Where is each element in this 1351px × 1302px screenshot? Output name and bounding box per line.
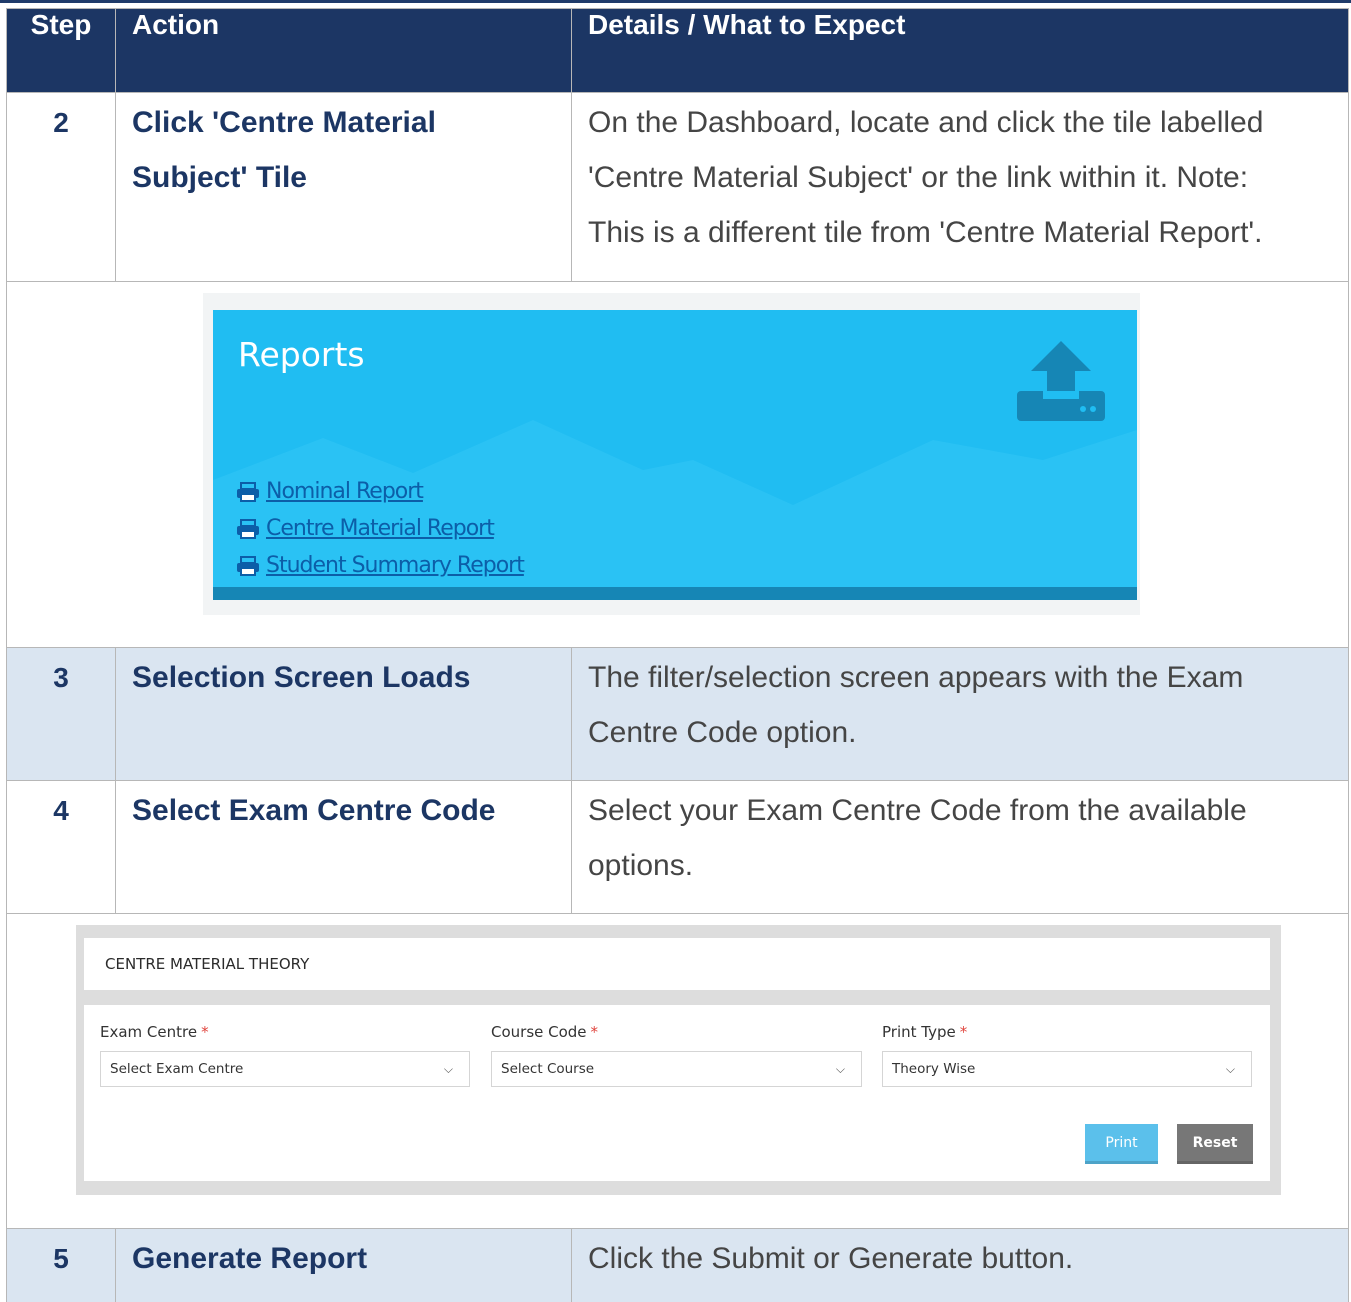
course-code-select[interactable]: Select Course ⌵ (491, 1051, 862, 1087)
required-marker: * (201, 1023, 209, 1041)
details-line: The filter/selection screen appears with… (588, 661, 1244, 694)
select-value: Select Exam Centre (110, 1061, 244, 1077)
details-cell: Click the Submit or Generate button. (571, 1228, 1349, 1302)
form-title: CENTRE MATERIAL THEORY (105, 955, 310, 973)
label-text: Course Code (491, 1023, 587, 1041)
details-line: On the Dashboard, locate and click the t… (588, 106, 1264, 139)
chevron-down-icon: ⌵ (1225, 1062, 1235, 1076)
action-line: Select Exam Centre Code (132, 794, 496, 827)
nominal-report-link[interactable]: Nominal Report (236, 473, 524, 510)
image-row-form: CENTRE MATERIAL THEORY Exam Centre * Sele… (6, 913, 1349, 1229)
student-summary-report-link[interactable]: Student Summary Report (236, 547, 525, 584)
field-label: Print Type * (882, 1023, 1252, 1041)
header-details: Details / What to Expect (571, 8, 1349, 93)
required-marker: * (590, 1023, 599, 1041)
step-number: 3 (6, 647, 116, 781)
details-cell: The filter/selection screen appears with… (571, 647, 1349, 781)
table-row: 2 Click 'Centre Material Subject' Tile O… (6, 92, 1349, 282)
steps-table: Step Action Details / What to Expect 2 C… (6, 8, 1349, 1302)
label-text: Exam Centre (100, 1023, 198, 1041)
details-cell: On the Dashboard, locate and click the t… (571, 92, 1349, 282)
link-label: Student Summary Report (266, 553, 525, 578)
form-header: CENTRE MATERIAL THEORY (84, 938, 1270, 990)
tile-footer-bar (213, 587, 1137, 600)
table-row: 3 Selection Screen Loads The filter/sele… (6, 647, 1349, 781)
select-value: Theory Wise (892, 1061, 976, 1077)
printer-icon (237, 481, 259, 502)
exam-centre-select[interactable]: Select Exam Centre ⌵ (100, 1051, 470, 1087)
print-button[interactable]: Print (1085, 1124, 1158, 1164)
report-links: Nominal Report Centre Material Report St… (236, 473, 525, 584)
link-label: Nominal Report (266, 479, 424, 504)
table-row: 5 Generate Report Click the Submit or Ge… (6, 1228, 1349, 1302)
reports-tile-title: Reports (238, 335, 365, 374)
action-line: Generate Report (132, 1242, 368, 1275)
print-type-field: Print Type * Theory Wise ⌵ (882, 1023, 1252, 1087)
field-label: Exam Centre * (100, 1023, 470, 1041)
select-value: Select Course (501, 1061, 595, 1077)
details-line: Click the Submit or Generate button. (588, 1242, 1074, 1275)
step-number: 5 (6, 1228, 116, 1302)
details-line: options. (588, 849, 694, 882)
action-cell: Select Exam Centre Code (115, 780, 572, 914)
details-line: 'Centre Material Subject' or the link wi… (588, 161, 1249, 194)
action-cell: Selection Screen Loads (115, 647, 572, 781)
required-marker: * (959, 1023, 968, 1041)
details-line: Select your Exam Centre Code from the av… (588, 794, 1247, 827)
image-cell: Reports Nominal Report Centre Material R… (6, 281, 1349, 648)
reports-tile-screenshot: Reports Nominal Report Centre Material R… (203, 293, 1140, 615)
action-line: Subject' Tile (132, 161, 307, 194)
course-code-field: Course Code * Select Course ⌵ (491, 1023, 862, 1087)
details-cell: Select your Exam Centre Code from the av… (571, 780, 1349, 914)
upload-icon (1017, 341, 1105, 421)
action-cell: Generate Report (115, 1228, 572, 1302)
exam-centre-field: Exam Centre * Select Exam Centre ⌵ (100, 1023, 470, 1087)
action-line: Selection Screen Loads (132, 661, 471, 694)
image-row-reports: Reports Nominal Report Centre Material R… (6, 281, 1349, 648)
label-text: Print Type (882, 1023, 956, 1041)
printer-icon (237, 518, 259, 539)
action-cell: Click 'Centre Material Subject' Tile (115, 92, 572, 282)
chevron-down-icon: ⌵ (835, 1062, 845, 1076)
print-type-select[interactable]: Theory Wise ⌵ (882, 1051, 1252, 1087)
centre-material-report-link[interactable]: Centre Material Report (236, 510, 524, 547)
action-line: Click 'Centre Material (132, 106, 436, 139)
table-header-row: Step Action Details / What to Expect (6, 8, 1349, 93)
centre-material-form-screenshot: CENTRE MATERIAL THEORY Exam Centre * Sele… (76, 925, 1281, 1195)
field-label: Course Code * (491, 1023, 862, 1041)
details-line: Centre Code option. (588, 716, 857, 749)
reset-button[interactable]: Reset (1177, 1124, 1253, 1164)
top-rule (0, 0, 1351, 3)
chevron-down-icon: ⌵ (443, 1062, 453, 1076)
step-number: 2 (6, 92, 116, 282)
header-step: Step (6, 8, 116, 93)
printer-icon (237, 555, 259, 576)
image-cell: CENTRE MATERIAL THEORY Exam Centre * Sele… (6, 913, 1349, 1229)
step-number: 4 (6, 780, 116, 914)
table-row: 4 Select Exam Centre Code Select your Ex… (6, 780, 1349, 914)
link-label: Centre Material Report (266, 516, 495, 541)
form-body: Exam Centre * Select Exam Centre ⌵ Course… (84, 1005, 1270, 1181)
header-action: Action (115, 8, 572, 93)
reports-tile[interactable]: Reports Nominal Report Centre Material R… (213, 310, 1137, 600)
details-line: This is a different tile from 'Centre Ma… (588, 216, 1263, 249)
